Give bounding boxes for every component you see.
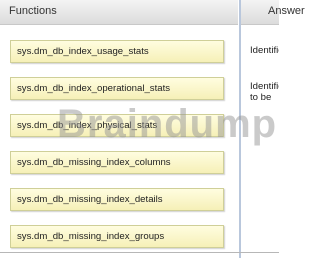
answer-description-continued: to be xyxy=(250,92,272,103)
function-item[interactable]: sys.dm_db_index_operational_stats xyxy=(10,77,224,100)
drag-drop-question: Functions sys.dm_db_index_usage_stats sy… xyxy=(0,0,305,258)
answer-description: Identifies xyxy=(250,81,279,92)
answer-description: Identifies xyxy=(250,45,279,56)
function-item[interactable]: sys.dm_db_missing_index_groups xyxy=(10,225,224,248)
bottom-border xyxy=(0,252,279,253)
answer-header-label: Answer xyxy=(268,5,305,17)
functions-header-label: Functions xyxy=(9,5,57,17)
function-item[interactable]: sys.dm_db_index_physical_stats xyxy=(10,114,224,137)
function-item[interactable]: sys.dm_db_missing_index_columns xyxy=(10,151,224,174)
function-item[interactable]: sys.dm_db_missing_index_details xyxy=(10,188,224,211)
function-item[interactable]: sys.dm_db_index_usage_stats xyxy=(10,40,224,63)
answer-header: Answer xyxy=(241,0,305,25)
functions-panel: Functions sys.dm_db_index_usage_stats sy… xyxy=(0,0,238,252)
answer-panel: Identifies Identifies to be xyxy=(241,25,279,251)
functions-header: Functions xyxy=(0,0,238,25)
